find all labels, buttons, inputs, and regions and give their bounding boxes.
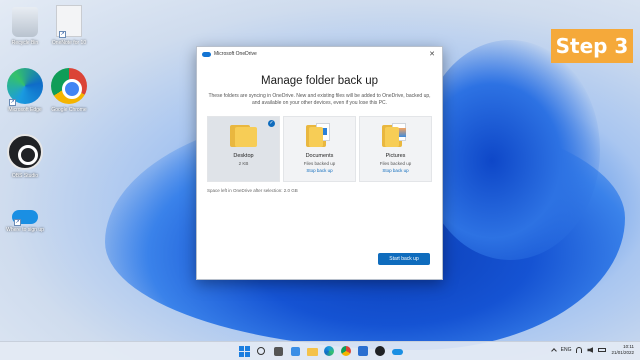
desktop-icon-onedrive[interactable]: ↗ Where to sign up bbox=[0, 198, 50, 233]
pictures-folder-icon bbox=[381, 123, 410, 147]
folder-card-pictures[interactable]: Pictures Files backed up Stop back up bbox=[359, 116, 432, 182]
chrome-icon bbox=[341, 346, 351, 356]
close-icon[interactable]: ✕ bbox=[427, 50, 437, 58]
widgets-button[interactable] bbox=[289, 345, 302, 358]
system-tray: ENG 10:11 21/01/2022 bbox=[550, 344, 634, 356]
clock-date: 21/01/2022 bbox=[611, 350, 634, 355]
checkmark-icon: ✓ bbox=[268, 120, 275, 127]
desktop-icon-chrome[interactable]: Google Chrome bbox=[44, 68, 94, 113]
folder-cards: ✓ Desktop 2 KB Documents Files backed up… bbox=[207, 116, 432, 182]
edge-icon: ↗ bbox=[7, 68, 43, 106]
desktop-icon-label: Microsoft Edge bbox=[8, 107, 42, 113]
desktop-icon-label: Recycle Bin bbox=[11, 40, 39, 46]
store-taskbar-button[interactable] bbox=[357, 345, 370, 358]
folder-name: Documents bbox=[305, 153, 334, 159]
start-back-up-button[interactable]: Start back up bbox=[378, 253, 430, 265]
desktop-icon-recycle-bin[interactable]: Recycle Bin bbox=[0, 3, 50, 46]
window-title: Microsoft OneDrive bbox=[214, 51, 257, 57]
document-icon: ↗ bbox=[56, 5, 82, 38]
recycle-bin-icon bbox=[12, 7, 38, 37]
desktop-icon-label: OneNote for 10 bbox=[51, 40, 87, 46]
store-icon bbox=[358, 346, 368, 356]
space-left-note: Space left in OneDrive after selection: … bbox=[207, 188, 298, 193]
battery-icon[interactable] bbox=[598, 348, 607, 352]
folder-icon bbox=[307, 348, 318, 356]
file-explorer-button[interactable] bbox=[306, 345, 319, 358]
desktop-icon-obs[interactable]: OBS Studio bbox=[0, 134, 50, 179]
shortcut-arrow-icon: ↗ bbox=[59, 31, 66, 38]
desktop-folder-icon bbox=[229, 123, 258, 147]
folder-name: Pictures bbox=[385, 153, 406, 159]
dialog-heading: Manage folder back up bbox=[261, 75, 378, 87]
wallpaper-bloom-secondary bbox=[420, 40, 600, 260]
desktop-icon-label: Where to sign up bbox=[6, 227, 44, 233]
chrome-icon bbox=[51, 68, 87, 104]
search-icon bbox=[257, 347, 265, 355]
edge-taskbar-button[interactable] bbox=[323, 345, 336, 358]
desktop-icon-onenote[interactable]: ↗ OneNote for 10 bbox=[44, 3, 94, 46]
volume-icon[interactable] bbox=[587, 347, 594, 353]
task-view-button[interactable] bbox=[272, 345, 285, 358]
folder-detail: Files backed up bbox=[379, 161, 412, 166]
desktop-icon-label: OBS Studio bbox=[11, 173, 39, 179]
onedrive-icon bbox=[392, 349, 403, 355]
folder-name: Desktop bbox=[233, 153, 254, 159]
onedrive-icon: ↗ bbox=[12, 210, 38, 226]
desktop-icon-edge[interactable]: ↗ Microsoft Edge bbox=[0, 68, 50, 113]
start-icon[interactable] bbox=[238, 345, 251, 358]
folder-card-desktop[interactable]: ✓ Desktop 2 KB bbox=[207, 116, 280, 182]
desktop-icon-label: Google Chrome bbox=[51, 107, 87, 113]
obs-icon bbox=[7, 134, 43, 170]
taskbar-apps bbox=[238, 345, 404, 358]
task-view-icon bbox=[274, 347, 283, 356]
clock[interactable]: 10:11 21/01/2022 bbox=[611, 344, 634, 356]
folder-card-documents[interactable]: Documents Files backed up Stop back up bbox=[283, 116, 356, 182]
chrome-taskbar-button[interactable] bbox=[340, 345, 353, 358]
obs-icon bbox=[375, 346, 385, 356]
onedrive-taskbar-button[interactable] bbox=[391, 345, 404, 358]
shortcut-arrow-icon: ↗ bbox=[14, 219, 21, 226]
chevron-up-icon[interactable] bbox=[550, 348, 557, 354]
dialog-description: These folders are syncing in OneDrive. N… bbox=[208, 93, 431, 106]
dialog-titlebar[interactable]: Microsoft OneDrive ✕ bbox=[197, 47, 442, 61]
search-button[interactable] bbox=[255, 345, 268, 358]
folder-detail: 2 KB bbox=[238, 161, 249, 166]
widgets-icon bbox=[291, 347, 300, 356]
folder-detail: Files backed up bbox=[303, 161, 336, 166]
onedrive-icon bbox=[202, 51, 211, 57]
documents-folder-icon bbox=[305, 123, 334, 147]
taskbar: ENG 10:11 21/01/2022 bbox=[0, 341, 640, 360]
language-indicator[interactable]: ENG bbox=[561, 347, 572, 353]
stop-back-up-link[interactable]: Stop back up bbox=[284, 168, 355, 173]
step-badge: Step 3 bbox=[551, 29, 633, 63]
obs-taskbar-button[interactable] bbox=[374, 345, 387, 358]
edge-icon bbox=[324, 346, 334, 356]
onedrive-dialog: Microsoft OneDrive ✕ Manage folder back … bbox=[196, 46, 443, 280]
shortcut-arrow-icon: ↗ bbox=[9, 99, 16, 106]
stop-back-up-link[interactable]: Stop back up bbox=[360, 168, 431, 173]
wifi-icon[interactable] bbox=[576, 347, 583, 353]
